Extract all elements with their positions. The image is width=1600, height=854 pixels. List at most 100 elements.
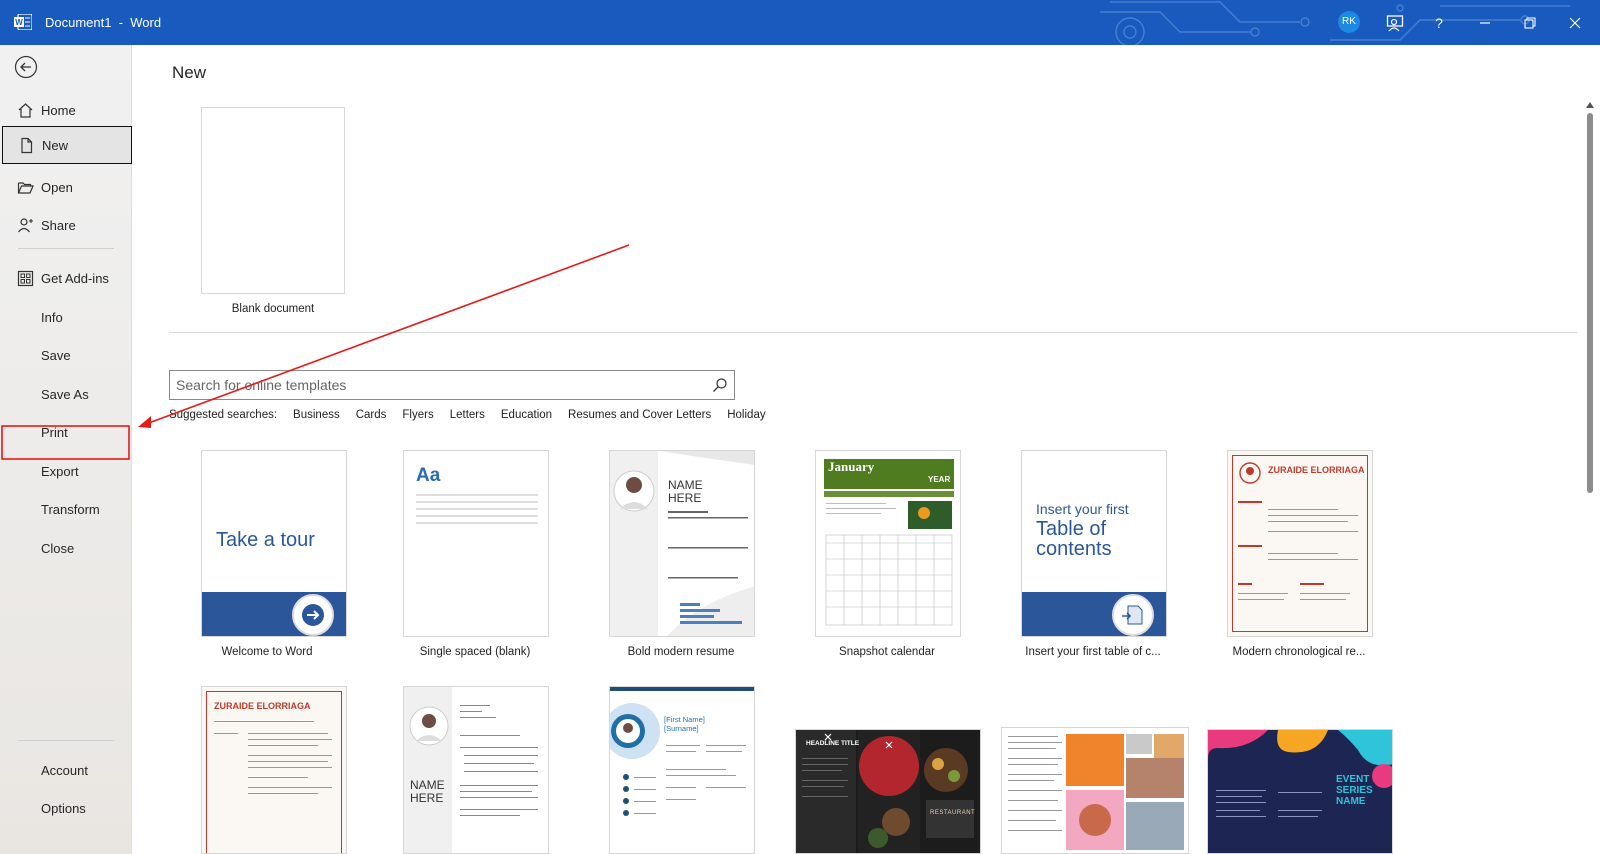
blank-document-label: Blank document — [231, 303, 315, 315]
thumb-event-title: EVENT SERIES NAME — [1336, 774, 1373, 807]
arrow-circle — [292, 594, 334, 636]
template-search-box[interactable] — [169, 370, 735, 400]
blank-document-tile[interactable] — [201, 107, 345, 294]
page-title: New — [172, 63, 207, 82]
close-icon[interactable] — [1564, 12, 1586, 34]
sidebar-item-label: Home — [41, 103, 76, 118]
thumb-name: ZURAIDE ELORRIAGA — [1268, 465, 1365, 475]
thumb-restaurant: RESTAURANT — [930, 810, 976, 816]
section-divider — [169, 332, 1577, 333]
sidebar-item-transform[interactable]: Transform — [0, 490, 132, 528]
sidebar-item-label: Info — [41, 310, 63, 325]
sidebar-item-label: Close — [41, 541, 75, 556]
sidebar-item-get-add-ins[interactable]: Get Add-ins — [0, 259, 132, 297]
backstage-sidebar: Home New Open Share Get Add-ins Info Sav… — [0, 45, 132, 854]
thumb-year: YEAR — [928, 475, 951, 484]
thumb-headline: HEADLINE TITLE — [806, 740, 860, 747]
suggested-link-letters[interactable]: Letters — [450, 409, 485, 421]
sidebar-item-print[interactable]: Print — [0, 413, 132, 451]
sidebar-item-close[interactable]: Close — [0, 529, 132, 567]
restore-icon[interactable] — [1519, 12, 1541, 34]
add-ins-grid-icon — [17, 270, 34, 287]
thumb-lines — [416, 494, 538, 524]
template-modern-chronological-resume[interactable]: ZURAIDE ELORRIAGA — [1227, 450, 1373, 637]
template-bold-modern-resume[interactable]: NAME HERE — [609, 450, 755, 637]
thumb-art — [1008, 734, 1184, 850]
word-logo-icon: W — [14, 14, 32, 30]
sidebar-item-label: Share — [41, 218, 76, 233]
thumb-photo — [409, 706, 449, 746]
suggested-link-holiday[interactable]: Holiday — [727, 409, 765, 421]
sidebar-item-account[interactable]: Account — [0, 751, 132, 789]
template-label: Insert your first table of c... — [1025, 646, 1161, 658]
sidebar-item-label: Save As — [41, 387, 89, 402]
template-bold-modern-cover-letter[interactable]: NAME HERE — [403, 686, 549, 854]
suggested-link-resumes[interactable]: Resumes and Cover Letters — [568, 409, 711, 421]
suggested-link-cards[interactable]: Cards — [356, 409, 387, 421]
sidebar-item-label: Export — [41, 464, 79, 479]
template-label: Welcome to Word — [221, 646, 313, 658]
template-event-flyer[interactable]: EVENT SERIES NAME — [1207, 729, 1393, 854]
coauthoring-icon[interactable] — [1384, 12, 1406, 34]
template-label: Snapshot calendar — [839, 646, 935, 658]
svg-text:W: W — [15, 18, 23, 27]
suggested-searches-label: Suggested searches: — [169, 409, 278, 421]
sidebar-item-label: Options — [41, 801, 86, 816]
sidebar-item-new[interactable]: New — [2, 126, 132, 164]
template-restaurant-brochure[interactable]: HEADLINE TITLE RESTAURANT — [795, 729, 981, 854]
thumb-calendar-grid — [824, 491, 954, 626]
thumb-top-bar — [610, 687, 754, 691]
template-education-brochure[interactable] — [1001, 727, 1189, 854]
minimize-icon[interactable] — [1474, 12, 1496, 34]
user-avatar[interactable]: RK — [1338, 11, 1360, 33]
sidebar-item-options[interactable]: Options — [0, 789, 132, 827]
template-single-spaced[interactable]: Aa — [403, 450, 549, 637]
template-welcome-to-word[interactable]: Take a tour — [201, 450, 347, 637]
toc-circle — [1112, 594, 1154, 636]
thumb-title: Take a tour — [216, 529, 315, 551]
thumb-toc-text: Insert your first Table of contents — [1036, 501, 1129, 560]
template-snapshot-calendar[interactable]: January YEAR — [815, 450, 961, 637]
thumb-art — [796, 730, 974, 853]
thumb-name: [First Name] [Surname] — [664, 715, 705, 733]
home-icon — [18, 103, 33, 118]
template-search-input[interactable] — [176, 372, 696, 398]
sidebar-item-label: New — [42, 138, 69, 153]
scroll-up-arrow-icon[interactable] — [1586, 102, 1594, 108]
sidebar-item-label: Save — [41, 348, 71, 363]
suggested-link-business[interactable]: Business — [293, 409, 340, 421]
new-document-pane: New Blank document Suggested searches: B… — [132, 45, 1600, 854]
share-icon — [18, 218, 33, 233]
sidebar-item-save-as[interactable]: Save As — [0, 375, 132, 413]
template-label: Bold modern resume — [627, 646, 735, 658]
template-chronological-cover-letter[interactable]: ZURAIDE ELORRIAGA — [201, 686, 347, 854]
thumb-aa: Aa — [416, 465, 441, 486]
thumb-lines — [460, 705, 538, 816]
sidebar-item-export[interactable]: Export — [0, 452, 132, 490]
sidebar-item-share[interactable]: Share — [0, 206, 132, 244]
sidebar-item-label: Get Add-ins — [41, 271, 109, 286]
template-label: Modern chronological re... — [1232, 646, 1366, 658]
sidebar-separator — [18, 248, 114, 249]
help-icon[interactable]: ? — [1428, 12, 1450, 34]
template-table-of-contents[interactable]: Insert your first Table of contents — [1021, 450, 1167, 637]
back-arrow-icon[interactable] — [14, 55, 38, 79]
search-icon[interactable] — [712, 377, 728, 393]
sidebar-item-home[interactable]: Home — [0, 91, 132, 129]
vertical-scrollbar-thumb[interactable] — [1587, 113, 1593, 493]
sidebar-item-info[interactable]: Info — [0, 298, 132, 336]
suggested-link-education[interactable]: Education — [501, 409, 552, 421]
folder-open-icon — [17, 182, 34, 194]
suggested-link-flyers[interactable]: Flyers — [402, 409, 433, 421]
sidebar-item-open[interactable]: Open — [0, 168, 132, 206]
sidebar-item-save[interactable]: Save — [0, 336, 132, 374]
new-document-icon — [21, 137, 33, 154]
thumb-name: NAME HERE — [668, 478, 703, 505]
template-blue-spheres-resume[interactable]: [First Name] [Surname] — [609, 686, 755, 854]
thumb-name: NAME HERE — [410, 778, 445, 805]
thumb-lines — [1238, 501, 1358, 600]
sidebar-item-label: Print — [41, 425, 68, 440]
suggested-searches: Suggested searches: Business Cards Flyer… — [169, 409, 782, 421]
sidebar-separator — [18, 740, 114, 741]
insert-toc-icon — [1122, 605, 1143, 625]
